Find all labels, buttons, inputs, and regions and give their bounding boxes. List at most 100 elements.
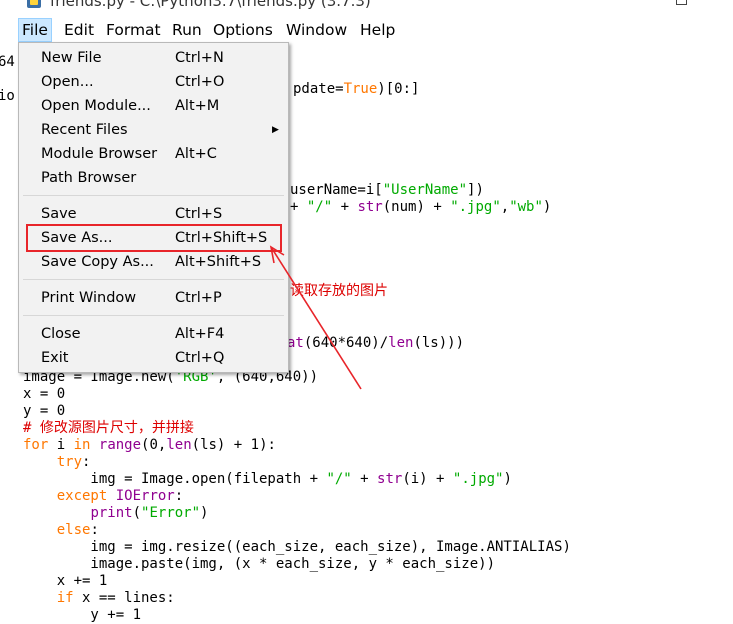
menu-item-recent-files[interactable]: Recent Files ▶ — [19, 118, 288, 142]
code-token: len — [166, 437, 192, 453]
menu-item-label: Print Window — [41, 290, 137, 306]
menu-item-save[interactable]: Save Ctrl+S — [19, 202, 288, 226]
menu-item-new-file[interactable]: New File Ctrl+N — [19, 46, 288, 70]
menu-item-exit[interactable]: Exit Ctrl+Q — [19, 346, 288, 370]
code-token: in — [73, 437, 91, 453]
menu-item-shortcut: Alt+F4 — [175, 326, 225, 342]
code-token: try — [56, 454, 83, 470]
menu-item-label: Save Copy As... — [41, 254, 154, 270]
code-token: True — [343, 81, 378, 97]
code-token: ) — [503, 471, 512, 487]
code-line-fragment: io — [0, 88, 15, 104]
menu-item-module-browser[interactable]: Module Browser Alt+C — [19, 142, 288, 166]
code-token: + — [351, 471, 378, 487]
menu-format[interactable]: Format — [103, 18, 164, 42]
code-token: (ls))) — [413, 335, 465, 351]
menu-window[interactable]: Window — [283, 18, 350, 42]
code-line: else: — [23, 522, 99, 539]
code-token: ) — [200, 505, 209, 521]
menu-item-label: Exit — [41, 350, 69, 366]
code-token: except — [56, 488, 108, 504]
code-token: (0, — [141, 437, 167, 453]
code-token: ]) — [467, 182, 484, 198]
code-line-partial: + "/" + str(num) + ".jpg","wb") — [290, 199, 551, 216]
code-line: try: — [23, 454, 91, 471]
code-line: img = Image.open(filepath + "/" + str(i)… — [23, 471, 512, 488]
code-token: "/" — [326, 471, 352, 487]
code-token: + — [290, 199, 307, 215]
menu-item-label: Save As... — [41, 230, 113, 246]
menu-item-label: Save — [41, 206, 77, 222]
file-menu-dropdown: New File Ctrl+N Open... Ctrl+O Open Module..… — [18, 42, 289, 373]
menu-separator — [23, 279, 284, 280]
menu-item-shortcut: Alt+Shift+S — [175, 254, 262, 270]
code-token: y += 1 — [23, 607, 142, 623]
menu-item-save-copy-as[interactable]: Save Copy As... Alt+Shift+S — [19, 250, 288, 274]
menu-item-open[interactable]: Open... Ctrl+O — [19, 70, 288, 94]
code-token: ( — [132, 505, 142, 521]
code-token: # 修改源图片尺寸，并拼接 — [23, 420, 194, 436]
code-token: : — [174, 488, 184, 504]
menu-options[interactable]: Options — [210, 18, 276, 42]
code-token: "/" — [306, 199, 333, 215]
menu-item-save-as[interactable]: Save As... Ctrl+Shift+S — [19, 226, 288, 250]
menu-item-label: Open... — [41, 74, 94, 90]
code-line: image.paste(img, (x * each_size, y * eac… — [23, 556, 495, 573]
menu-item-label: Recent Files — [41, 122, 128, 138]
menu-item-print-window[interactable]: Print Window Ctrl+P — [19, 286, 288, 310]
code-token: if — [56, 590, 74, 606]
code-token: : — [90, 522, 99, 538]
code-line: print("Error") — [23, 505, 208, 522]
menu-item-shortcut: Ctrl+Q — [175, 350, 225, 366]
code-line: img = img.resize((each_size, each_size),… — [23, 539, 570, 556]
code-token: len — [388, 335, 414, 351]
code-token: userName=i[ — [290, 182, 383, 198]
code-token: , — [500, 199, 510, 215]
menu-item-shortcut: Ctrl+S — [175, 206, 223, 222]
code-token: 读取存放的图片 — [290, 283, 388, 299]
menu-item-close[interactable]: Close Alt+F4 — [19, 322, 288, 346]
code-token: ) — [542, 199, 552, 215]
menu-item-open-module[interactable]: Open Module... Alt+M — [19, 94, 288, 118]
code-token: )[0:] — [377, 81, 420, 97]
code-token: for — [23, 437, 49, 453]
code-token: i — [48, 437, 74, 453]
menu-help[interactable]: Help — [357, 18, 398, 42]
code-line-partial: 读取存放的图片 — [290, 283, 388, 300]
window-title: friends.py - C:\Python3.7\friends.py (3.… — [50, 0, 371, 10]
code-line: # 修改源图片尺寸，并拼接 — [23, 420, 194, 437]
code-token: IOError — [115, 488, 175, 504]
code-token: x == lines: — [73, 590, 175, 606]
title-bar: friends.py - C:\Python3.7\friends.py (3.… — [0, 0, 733, 17]
menu-bar: File Edit Format Run Options Window Help — [0, 18, 733, 42]
code-line-partial: userName=i["UserName"]) — [290, 182, 484, 199]
menu-item-shortcut: Ctrl+Shift+S — [175, 230, 268, 246]
code-line: if x == lines: — [23, 590, 175, 607]
code-token: x += 1 — [23, 573, 108, 589]
code-line-partial: pdate=True)[0:] — [293, 81, 419, 98]
code-token: else — [56, 522, 91, 538]
menu-run[interactable]: Run — [169, 18, 205, 42]
menu-edit[interactable]: Edit — [61, 18, 97, 42]
menu-item-shortcut: Ctrl+N — [175, 50, 224, 66]
idle-app-icon — [26, 0, 42, 9]
menu-file[interactable]: File — [18, 18, 52, 42]
code-line: x += 1 — [23, 573, 108, 590]
code-token: img = Image.open(filepath + — [23, 471, 327, 487]
code-token: "UserName" — [382, 182, 468, 198]
menu-item-shortcut: Ctrl+P — [175, 290, 222, 306]
code-token: : — [82, 454, 91, 470]
menu-item-label: New File — [41, 50, 102, 66]
maximize-button[interactable] — [676, 0, 687, 5]
code-token: "Error" — [141, 505, 201, 521]
code-token: str — [357, 199, 383, 215]
code-token: pdate= — [293, 81, 344, 97]
code-line: y += 1 — [23, 607, 141, 624]
code-token: image.paste(img, (x * each_size, y * eac… — [23, 556, 496, 572]
menu-item-path-browser[interactable]: Path Browser — [19, 166, 288, 190]
